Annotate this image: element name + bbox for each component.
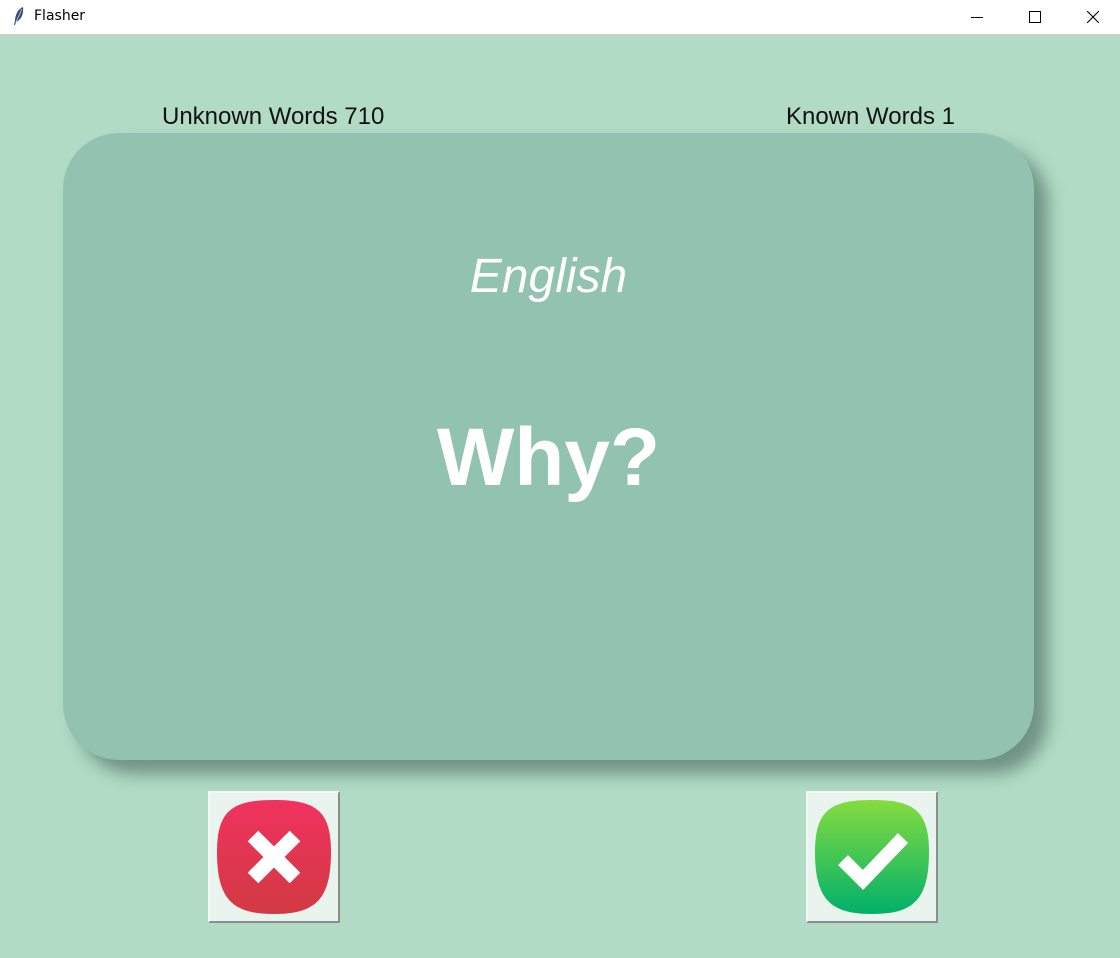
known-button[interactable] [806, 791, 938, 923]
flash-card[interactable]: English Why? [63, 133, 1034, 760]
minimize-button[interactable] [948, 0, 1006, 34]
close-window-button[interactable] [1064, 0, 1120, 34]
minimize-icon [971, 17, 983, 18]
maximize-button[interactable] [1006, 0, 1064, 34]
title-bar: Flasher [0, 0, 1120, 35]
feather-icon [14, 7, 24, 25]
card-word: Why? [436, 412, 661, 503]
known-words-counter: Known Words 1 [786, 103, 955, 130]
card-language: English [469, 250, 628, 303]
window-title: Flasher [34, 8, 86, 24]
unknown-button[interactable] [208, 791, 340, 923]
close-icon [1087, 11, 1099, 23]
x-icon [217, 800, 331, 914]
maximize-icon [1029, 11, 1041, 23]
unknown-words-counter: Unknown Words 710 [162, 103, 385, 130]
checkmark-icon [815, 800, 929, 914]
